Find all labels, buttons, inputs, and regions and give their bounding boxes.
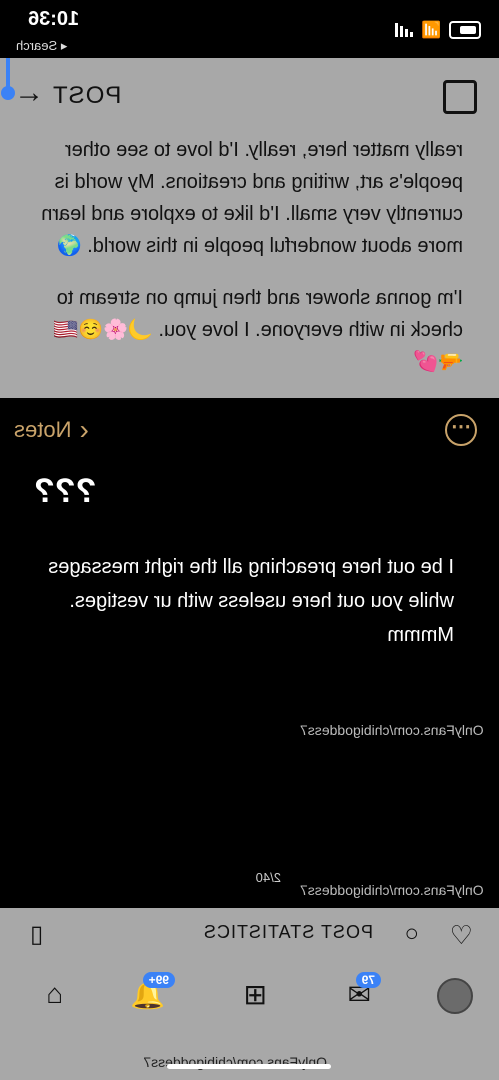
- home-indicator: [167, 1064, 331, 1069]
- chevron-left-icon: ‹: [79, 414, 89, 445]
- comment-icon[interactable]: ○: [405, 920, 420, 948]
- post-paragraph-2: I'm gonna shower and then jump on stream…: [53, 287, 463, 373]
- scroll-indicator[interactable]: [6, 58, 10, 94]
- post-text: really matter here, really. I'd love to …: [0, 134, 499, 398]
- watermark: OnlyFans.com/chibigoddess7: [300, 722, 484, 738]
- note-media[interactable]: ‹ Notes ⋯ ??? I be out here preaching al…: [0, 398, 499, 908]
- note-body: I be out here preaching all the right me…: [48, 556, 454, 646]
- status-time: 10:36: [28, 8, 80, 30]
- wifi-icon: 📶: [421, 22, 441, 39]
- bookmark-icon[interactable]: ▯: [30, 920, 43, 949]
- signal-icon: [395, 23, 414, 37]
- messages-badge: 79: [355, 972, 381, 988]
- page-title: POST: [52, 82, 122, 109]
- back-arrow-icon[interactable]: ←: [14, 76, 44, 110]
- media-page-indicator: 2/40: [255, 870, 281, 885]
- status-bar: 10:36 ◂ Search 📶: [0, 0, 499, 58]
- tab-bar: ✉ 79 ⊞ 🔔 99+ ⌂ OnlyFans.com/chibigoddess…: [0, 960, 499, 1080]
- more-options-icon[interactable]: ⋯: [445, 414, 477, 446]
- post-header: ← POST: [0, 58, 499, 134]
- home-icon[interactable]: ⌂: [46, 978, 63, 1010]
- note-title: ???: [34, 472, 97, 510]
- post-statistics-button[interactable]: POST STATISTICS: [203, 922, 373, 943]
- app-screen: 10:36 ◂ Search 📶 ← POST really matter he…: [0, 0, 499, 1080]
- avatar[interactable]: [437, 978, 473, 1014]
- post-actions: ♡ ○ POST STATISTICS ▯: [0, 908, 499, 960]
- notes-back-label: Notes: [14, 417, 72, 442]
- notifications-badge: 99+: [142, 972, 175, 988]
- heart-icon[interactable]: ♡: [450, 920, 473, 951]
- post-paragraph-1: really matter here, really. I'd love to …: [41, 139, 463, 257]
- notes-back-button[interactable]: ‹ Notes: [14, 414, 89, 446]
- status-icons: 📶: [395, 20, 481, 40]
- battery-icon: [449, 21, 481, 39]
- watermark: OnlyFans.com/chibigoddess7: [300, 882, 484, 898]
- back-to-search[interactable]: ◂ Search: [16, 38, 67, 54]
- add-post-icon[interactable]: ⊞: [244, 978, 267, 1011]
- share-icon[interactable]: [443, 80, 477, 114]
